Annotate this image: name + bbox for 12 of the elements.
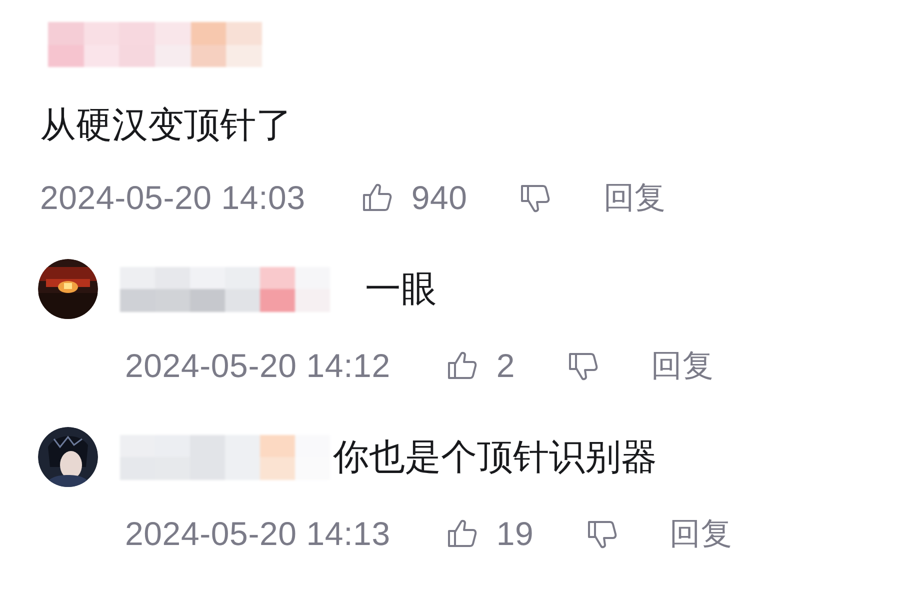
comment-time: 2024-05-20 14:13	[125, 515, 390, 553]
like-count: 2	[496, 347, 516, 385]
reply-link[interactable]: 回复	[651, 345, 714, 387]
comment-text: 从硬汉变顶针了	[40, 105, 293, 145]
comment-time: 2024-05-20 14:03	[40, 179, 306, 217]
reply-link[interactable]: 回复	[670, 513, 732, 555]
like-count: 940	[411, 179, 468, 217]
reply-text: 一眼	[365, 269, 437, 309]
reply-text: 你也是个顶针识别器	[333, 437, 657, 477]
comment-time: 2024-05-20 14:12	[125, 347, 390, 385]
like-count: 19	[496, 515, 534, 553]
reply-link[interactable]: 回复	[603, 177, 666, 219]
